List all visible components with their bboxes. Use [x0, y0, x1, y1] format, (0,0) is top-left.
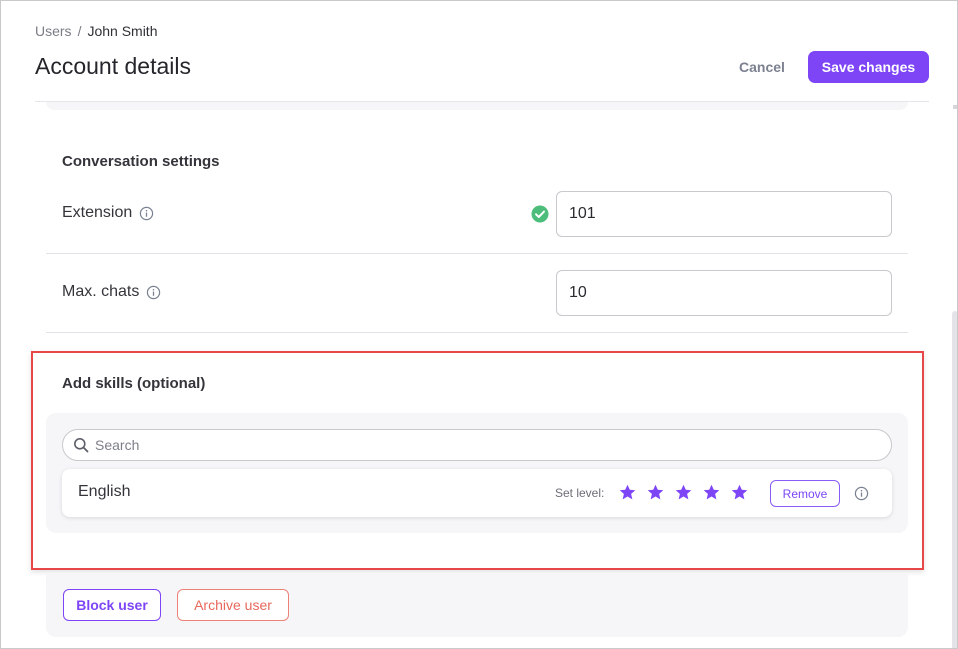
breadcrumb: Users / John Smith: [35, 23, 158, 39]
breadcrumb-current: John Smith: [87, 23, 158, 39]
row-divider: [46, 332, 908, 333]
conversation-settings-heading: Conversation settings: [62, 153, 220, 170]
set-level-label: Set level:: [555, 486, 605, 500]
skill-item: English Set level: Remove: [62, 469, 892, 517]
info-icon[interactable]: [139, 206, 154, 221]
page-title: Account details: [35, 53, 191, 79]
check-circle-icon: [531, 205, 549, 223]
skill-name: English: [78, 483, 131, 500]
save-changes-button[interactable]: Save changes: [808, 51, 929, 83]
breadcrumb-separator: /: [77, 23, 82, 39]
extension-label: Extension: [62, 204, 133, 221]
skills-heading: Add skills (optional): [62, 375, 206, 392]
previous-card-bottom: [46, 102, 908, 110]
window-frame: Users / John Smith Account details Cance…: [0, 0, 958, 649]
account-actions-panel: [46, 573, 908, 637]
max-chats-input[interactable]: [556, 270, 892, 316]
scrollbar-up-arrow[interactable]: [953, 105, 957, 109]
row-divider: [46, 253, 908, 254]
info-icon[interactable]: [854, 486, 869, 501]
max-chats-label-row: Max. chats: [62, 283, 161, 301]
star-icon[interactable]: [730, 483, 749, 502]
extension-label-row: Extension: [62, 204, 154, 222]
star-icon[interactable]: [674, 483, 693, 502]
max-chats-label: Max. chats: [62, 283, 140, 300]
skill-level-stars: [618, 483, 749, 502]
star-icon[interactable]: [618, 483, 637, 502]
info-icon[interactable]: [146, 285, 161, 300]
extension-input[interactable]: [556, 191, 892, 237]
star-icon[interactable]: [702, 483, 721, 502]
scrollbar-thumb[interactable]: [952, 311, 957, 648]
skills-search-box[interactable]: [62, 429, 892, 461]
archive-user-button[interactable]: Archive user: [177, 589, 289, 621]
star-icon[interactable]: [646, 483, 665, 502]
remove-skill-button[interactable]: Remove: [770, 480, 840, 507]
block-user-button[interactable]: Block user: [63, 589, 161, 621]
cancel-button[interactable]: Cancel: [725, 51, 799, 83]
breadcrumb-users-link[interactable]: Users: [35, 23, 72, 39]
search-icon: [74, 438, 89, 453]
skills-search-input[interactable]: [95, 437, 875, 453]
